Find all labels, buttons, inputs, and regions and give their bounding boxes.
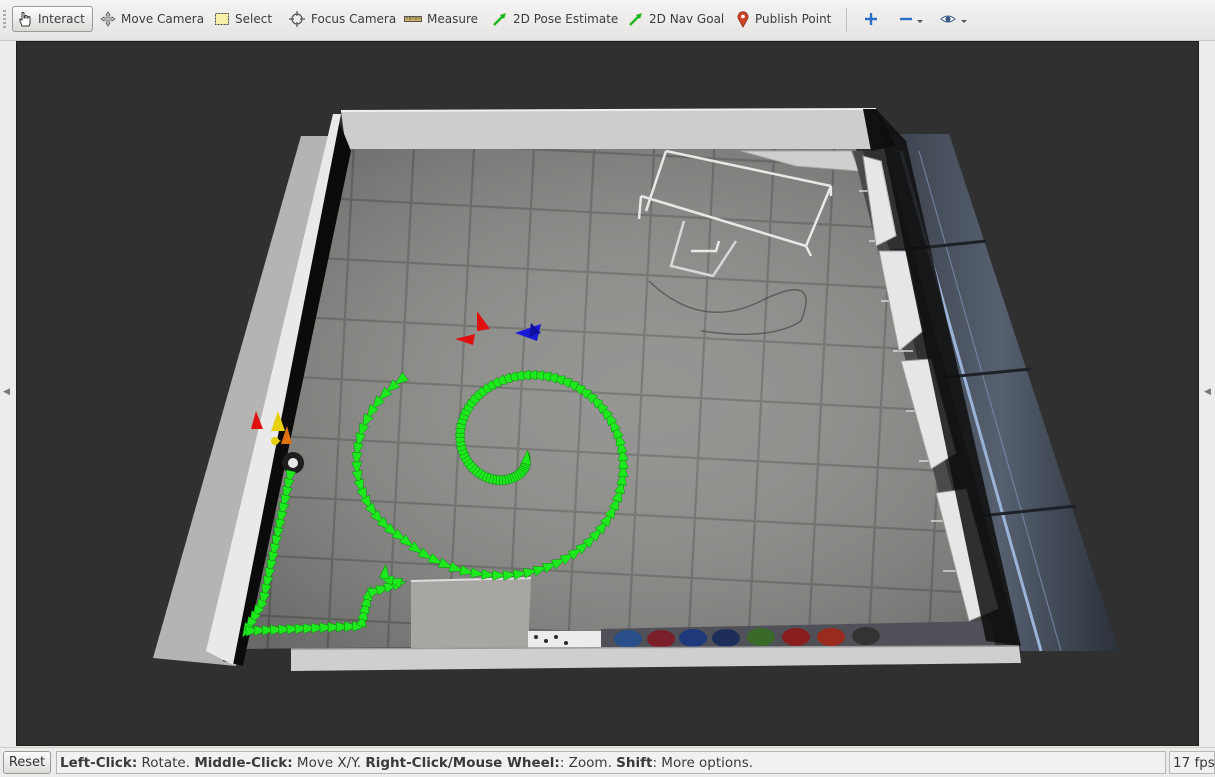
hand-pointer-icon <box>19 11 31 27</box>
select-tool-label: Select <box>235 12 273 26</box>
hint-action-move: Move X/Y. <box>292 755 366 771</box>
measure-tool-label: Measure <box>427 12 478 26</box>
hint-key-middle-click: Middle-Click: <box>194 755 293 771</box>
toolbar-grip[interactable] <box>3 10 6 30</box>
right-panel-handle[interactable]: ◀ <box>1201 41 1215 746</box>
collapse-right-icon: ◀ <box>1204 387 1211 397</box>
measure-tool-button[interactable]: Measure <box>400 6 482 32</box>
2d-pose-estimate-tool-button[interactable]: 2D Pose Estimate <box>488 6 622 32</box>
view-eye-icon <box>940 15 967 23</box>
publish-point-tool-label: Publish Point <box>755 12 832 26</box>
remove-tool-icon <box>900 17 923 23</box>
hint-action-zoom: : Zoom. <box>559 755 617 771</box>
move-camera-tool-label: Move Camera <box>121 12 205 26</box>
collapse-left-icon: ◀ <box>3 387 10 397</box>
move-camera-icon <box>100 11 116 27</box>
hint-key-left-click: Left-Click: <box>60 755 138 771</box>
2d-nav-goal-tool-label: 2D Nav Goal <box>649 12 725 26</box>
map-scene <box>153 108 1119 671</box>
toolbar-separator <box>846 8 847 32</box>
2d-pose-estimate-tool-label: 2D Pose Estimate <box>513 12 619 26</box>
add-tool-icon <box>865 13 877 25</box>
crosshair-icon <box>289 11 305 27</box>
interact-tool-label: Interact <box>38 12 85 26</box>
focus-camera-tool-button[interactable]: Focus Camera <box>284 6 400 32</box>
view-options-button[interactable] <box>936 6 974 32</box>
select-box-icon <box>215 13 229 25</box>
fps-counter: 17 fps <box>1169 751 1215 774</box>
hint-key-shift: Shift <box>616 755 653 771</box>
toolbar: Interact Move Camera Select Focus Camera… <box>0 0 1215 41</box>
hint-action-rotate: Rotate. <box>137 755 195 771</box>
remove-tool-button[interactable] <box>895 6 931 32</box>
ruler-icon <box>404 16 422 22</box>
map-pin-icon <box>737 11 749 28</box>
status-bar: Reset Left-Click: Rotate. Middle-Click: … <box>0 747 1215 777</box>
move-camera-tool-button[interactable]: Move Camera <box>96 6 208 32</box>
mouse-hint-text: Left-Click: Rotate. Middle-Click: Move X… <box>56 751 1166 774</box>
interact-tool-button[interactable]: Interact <box>12 6 93 32</box>
left-panel-handle[interactable]: ◀ <box>0 41 14 746</box>
2d-nav-goal-tool-button[interactable]: 2D Nav Goal <box>624 6 728 32</box>
3d-render-viewport[interactable] <box>16 41 1199 746</box>
hint-action-more: : More options. <box>652 755 754 771</box>
reset-button[interactable]: Reset <box>3 751 51 774</box>
select-tool-button[interactable]: Select <box>210 6 276 32</box>
robot-model <box>282 452 304 474</box>
publish-point-tool-button[interactable]: Publish Point <box>732 6 835 32</box>
focus-camera-tool-label: Focus Camera <box>311 12 397 26</box>
hint-key-right-click: Right-Click/Mouse Wheel: <box>365 755 560 771</box>
green-arrow-icon <box>629 13 642 26</box>
add-tool-button[interactable] <box>860 6 882 32</box>
green-arrow-icon <box>493 13 506 26</box>
